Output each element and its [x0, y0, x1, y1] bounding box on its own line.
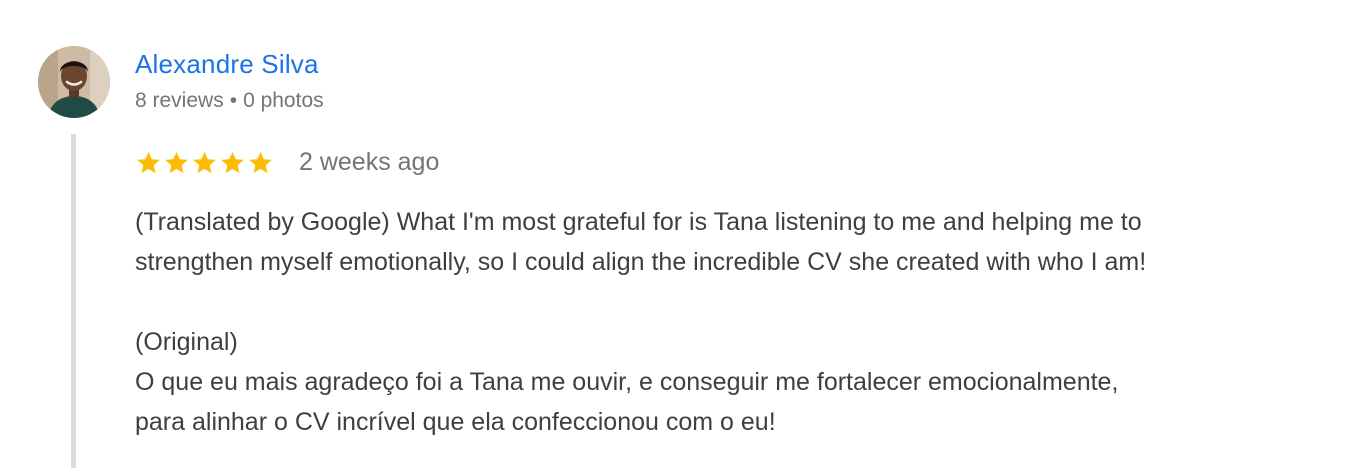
original-label: (Original): [135, 328, 238, 356]
star-icon: [221, 151, 244, 173]
meta-separator: •: [229, 89, 238, 112]
photo-count: 0 photos: [243, 89, 324, 112]
star-rating: [135, 149, 275, 176]
avatar[interactable]: [38, 46, 110, 118]
reviewer-meta: 8 reviews • 0 photos: [135, 89, 324, 113]
review-card: Alexandre Silva 8 reviews • 0 photos 2 wee…: [0, 0, 1356, 468]
star-icon: [193, 151, 216, 173]
avatar-image: [38, 46, 110, 118]
star-icon: [137, 151, 160, 173]
translated-text-line: (Translated by Google) What I'm most gra…: [135, 208, 1142, 236]
rating-row: 2 weeks ago: [135, 146, 439, 178]
original-text-line: O que eu mais agradeço foi a Tana me ouv…: [135, 368, 1119, 396]
star-icon: [165, 151, 188, 173]
reviewer-name-link[interactable]: Alexandre Silva: [135, 49, 319, 80]
review-date: 2 weeks ago: [299, 147, 440, 176]
review-text: (Translated by Google) What I'm most gra…: [135, 202, 1335, 442]
review-count: 8 reviews: [135, 89, 224, 112]
review-thread-line: [71, 134, 76, 468]
translated-text-line: strengthen myself emotionally, so I coul…: [135, 248, 1147, 276]
star-icon: [249, 151, 272, 173]
original-text-line: para alinhar o CV incrível que ela confe…: [135, 408, 776, 436]
